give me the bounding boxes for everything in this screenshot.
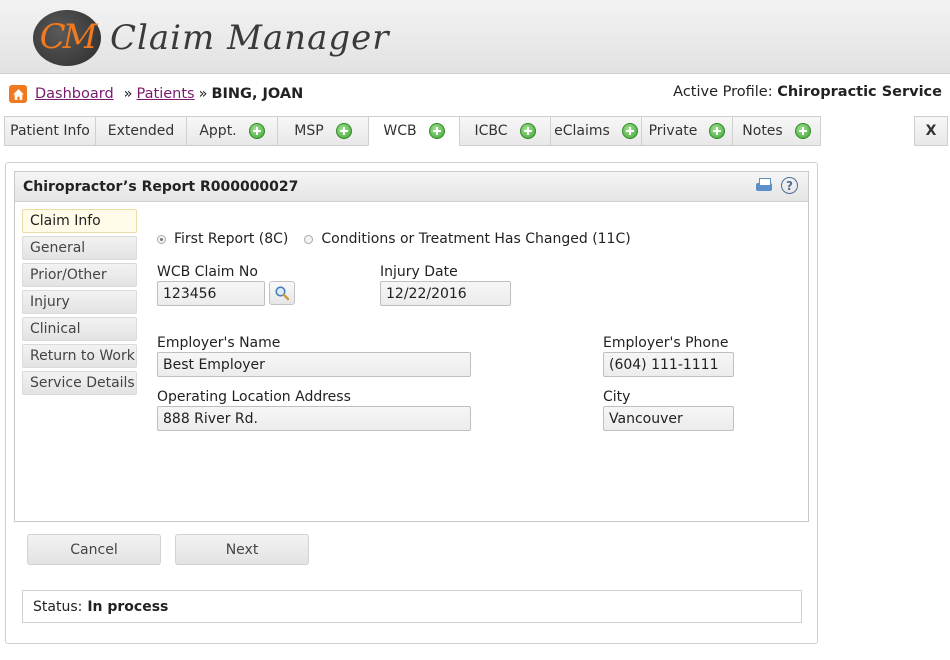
print-icon[interactable] xyxy=(755,177,773,193)
tab-label: Appt. xyxy=(199,123,237,139)
tab-extended[interactable]: Extended xyxy=(95,116,187,146)
add-wcb-icon[interactable] xyxy=(428,123,445,139)
section-prior-other[interactable]: Prior/Other xyxy=(22,263,137,287)
add-eclaims-icon[interactable] xyxy=(621,123,638,139)
report-section-nav: Claim Info General Prior/Other Injury Cl… xyxy=(22,209,137,398)
city-label: City xyxy=(603,389,631,405)
report-type-radio-group: First Report (8C) Conditions or Treatmen… xyxy=(157,231,631,247)
logo-initials: CM xyxy=(39,17,98,57)
tab-msp[interactable]: MSP xyxy=(277,116,369,146)
wcb-claim-no-label: WCB Claim No xyxy=(157,264,258,280)
active-profile: Active Profile: Chiropractic Service xyxy=(673,84,942,100)
main-panel: Chiropractor’s Report R000000027 ? Claim… xyxy=(5,162,818,644)
changed-report-radio[interactable] xyxy=(304,234,314,244)
tab-icbc[interactable]: ICBC xyxy=(459,116,551,146)
tab-label: Private xyxy=(648,123,698,139)
tab-eclaims[interactable]: eClaims xyxy=(550,116,642,146)
employer-name-label: Employer's Name xyxy=(157,335,281,351)
add-private-icon[interactable] xyxy=(709,123,726,139)
breadcrumb-dashboard-link[interactable]: Dashboard xyxy=(35,86,114,102)
report-header: Chiropractor’s Report R000000027 ? xyxy=(15,172,808,202)
breadcrumb: Dashboard » Patients » BING, JOAN xyxy=(9,84,303,104)
tab-label: Notes xyxy=(742,123,783,139)
report-panel: Chiropractor’s Report R000000027 ? Claim… xyxy=(14,171,809,522)
section-clinical[interactable]: Clinical xyxy=(22,317,137,341)
status-label: Status: xyxy=(33,598,83,615)
report-title: Chiropractor’s Report R000000027 xyxy=(23,178,299,195)
help-icon[interactable]: ? xyxy=(781,177,798,194)
changed-report-label: Conditions or Treatment Has Changed (11C… xyxy=(321,231,631,247)
breadcrumb-separator: » xyxy=(123,86,133,102)
tab-label: eClaims xyxy=(554,123,610,139)
report-header-icons: ? xyxy=(755,177,798,194)
close-button[interactable]: X xyxy=(914,116,948,146)
breadcrumb-separator: » xyxy=(198,86,208,102)
search-icon xyxy=(275,286,290,301)
tab-notes[interactable]: Notes xyxy=(732,116,821,146)
section-return-to-work[interactable]: Return to Work xyxy=(22,344,137,368)
operating-address-label: Operating Location Address xyxy=(157,389,351,405)
section-service-details[interactable]: Service Details xyxy=(22,371,137,395)
injury-date-label: Injury Date xyxy=(380,264,458,280)
city-field[interactable]: Vancouver xyxy=(603,406,734,431)
cancel-button[interactable]: Cancel xyxy=(27,534,161,565)
active-profile-value: Chiropractic Service xyxy=(777,84,942,100)
employer-phone-label: Employer's Phone xyxy=(603,335,729,351)
next-button[interactable]: Next xyxy=(175,534,309,565)
app-header: CM Claim Manager xyxy=(0,0,950,74)
breadcrumb-current-patient: BING, JOAN xyxy=(211,86,304,102)
changed-report-option: Conditions or Treatment Has Changed (11C… xyxy=(304,231,631,247)
tab-label: ICBC xyxy=(474,123,508,139)
employer-name-field[interactable]: Best Employer xyxy=(157,352,471,377)
patient-tabs: Patient Info Extended Appt. MSP WCB ICBC… xyxy=(4,116,821,146)
status-bar: Status: In process xyxy=(22,590,802,623)
add-icbc-icon[interactable] xyxy=(519,123,536,139)
logo-text: Claim Manager xyxy=(110,18,390,58)
tab-patient-info[interactable]: Patient Info xyxy=(4,116,96,146)
add-notes-icon[interactable] xyxy=(794,123,811,139)
add-msp-icon[interactable] xyxy=(335,123,352,139)
section-general[interactable]: General xyxy=(22,236,137,260)
tab-label: WCB xyxy=(383,123,417,139)
add-appt-icon[interactable] xyxy=(248,123,265,139)
home-icon[interactable] xyxy=(9,85,27,103)
breadcrumb-patients-link[interactable]: Patients xyxy=(137,86,195,102)
operating-address-field[interactable]: 888 River Rd. xyxy=(157,406,471,431)
tab-appt[interactable]: Appt. xyxy=(186,116,278,146)
tab-label: MSP xyxy=(294,123,324,139)
tab-label: Extended xyxy=(107,123,175,139)
status-value: In process xyxy=(87,598,169,615)
wcb-claim-no-field[interactable]: 123456 xyxy=(157,281,265,306)
active-profile-label: Active Profile: xyxy=(673,84,773,100)
section-claim-info[interactable]: Claim Info xyxy=(22,209,137,233)
claim-lookup-button[interactable] xyxy=(269,281,295,305)
tab-label: Patient Info xyxy=(10,123,90,139)
injury-date-field[interactable]: 12/22/2016 xyxy=(380,281,511,306)
employer-phone-field[interactable]: (604) 111-1111 xyxy=(603,352,734,377)
first-report-label: First Report (8C) xyxy=(174,231,289,247)
tab-wcb[interactable]: WCB xyxy=(368,116,460,146)
tab-private[interactable]: Private xyxy=(641,116,733,146)
first-report-radio[interactable] xyxy=(157,234,166,244)
section-injury[interactable]: Injury xyxy=(22,290,137,314)
logo-mark: CM xyxy=(33,10,101,66)
